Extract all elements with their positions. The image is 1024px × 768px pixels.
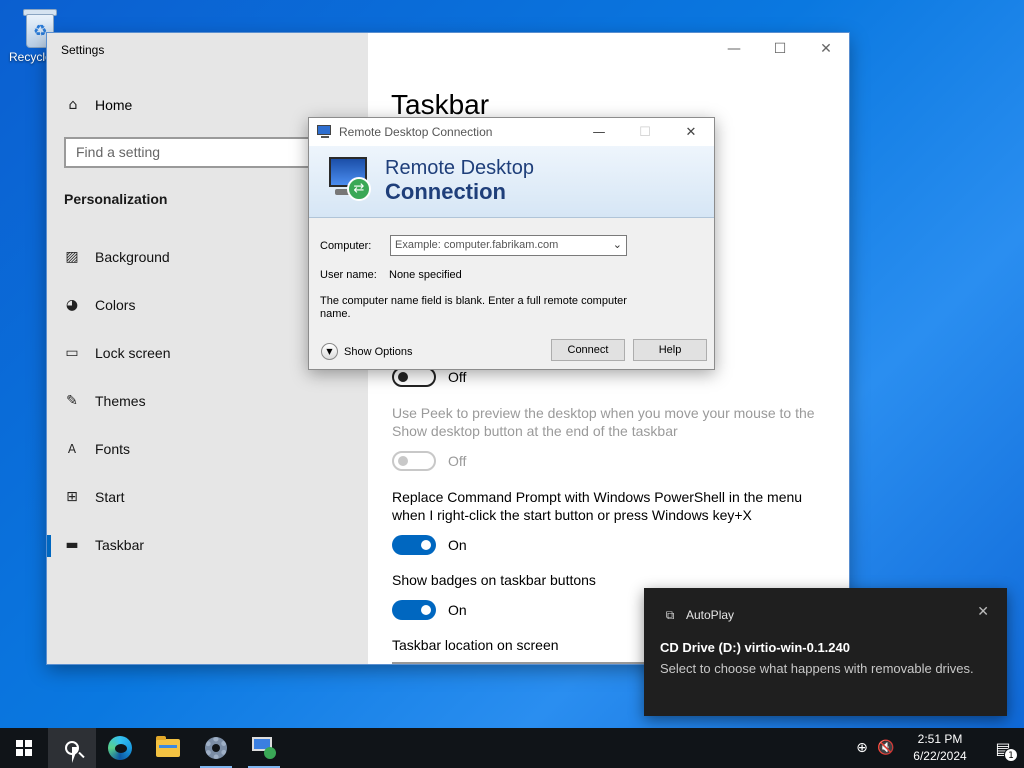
start-button[interactable] — [0, 728, 48, 768]
show-options-label: Show Options — [344, 345, 413, 358]
taskbar-location-dropdown[interactable] — [392, 662, 652, 664]
toast-header: ⧉ AutoPlay — [662, 607, 734, 623]
network-globe-icon[interactable]: ⊕ — [850, 728, 874, 768]
toggle-state: Off — [448, 453, 467, 469]
toggle-state: Off — [448, 369, 467, 385]
toggle-switch[interactable] — [392, 367, 436, 387]
file-explorer-taskbar-button[interactable] — [144, 728, 192, 768]
nav-item-label: Start — [95, 489, 125, 505]
picture-icon: ▨ — [65, 249, 79, 265]
clock[interactable]: 2:51 PM 6/22/2024 — [898, 731, 982, 765]
rdc-title: Remote Desktop Connection — [339, 125, 493, 139]
nav-item-label: Colors — [95, 297, 136, 313]
powershell-toggle-switch[interactable] — [392, 535, 436, 555]
autoplay-icon: ⧉ — [665, 607, 675, 622]
peek-toggle-switch[interactable] — [392, 451, 436, 471]
settings-window-title: Settings — [61, 43, 105, 57]
taskbar: ⊕ 🔇 2:51 PM 6/22/2024 ▤ 1 — [0, 728, 1024, 768]
home-icon: ⌂ — [68, 97, 78, 113]
help-button[interactable]: Help — [633, 339, 707, 361]
nav-item-label: Lock screen — [95, 345, 171, 361]
username-value: None specified — [389, 269, 462, 281]
toast-close-icon[interactable]: ✕ — [977, 604, 989, 620]
brush-icon: ✎ — [66, 393, 78, 409]
action-center-button[interactable]: ▤ 1 — [982, 728, 1024, 768]
toggle-row-badges: On — [392, 600, 467, 620]
windows-logo-icon — [16, 740, 32, 756]
edge-taskbar-button[interactable] — [96, 728, 144, 768]
remote-desktop-taskbar-button[interactable] — [240, 728, 288, 768]
expand-circle-icon: ▼ — [321, 343, 338, 360]
font-icon: A — [67, 442, 77, 456]
edge-icon — [108, 736, 132, 760]
remote-desktop-logo-icon: ⇄ — [325, 155, 377, 205]
start-icon: ⊞ — [66, 489, 78, 505]
settings-taskbar-button[interactable] — [192, 728, 240, 768]
toast-app-name: AutoPlay — [686, 608, 735, 622]
section-title: Personalization — [64, 191, 168, 207]
toast-title: CD Drive (D:) virtio-win-0.1.240 — [660, 640, 850, 655]
folder-icon — [156, 736, 180, 757]
mouse-cursor — [72, 747, 84, 763]
toggle-state: On — [448, 537, 467, 553]
notification-count-badge: 1 — [1004, 748, 1018, 762]
toggle-row-1: Off — [392, 367, 466, 387]
nav-item-taskbar[interactable]: ▬ Taskbar — [47, 521, 368, 569]
rdc-minimize-button[interactable]: — — [576, 118, 622, 146]
palette-icon: ◕ — [65, 297, 79, 313]
toggle-row-powershell: On — [392, 535, 467, 555]
lock-screen-icon: ▭ — [65, 345, 79, 361]
rdc-banner-line1: Remote Desktop — [385, 157, 534, 179]
system-tray: ⊕ 🔇 2:51 PM 6/22/2024 ▤ 1 — [850, 728, 1024, 768]
rdc-title-bar[interactable]: Remote Desktop Connection — ☐ ✕ — [309, 118, 714, 146]
autoplay-notification[interactable]: ⧉ AutoPlay ✕ CD Drive (D:) virtio-win-0.… — [644, 588, 1007, 716]
volume-muted-icon[interactable]: 🔇 — [874, 728, 898, 768]
computer-placeholder: Example: computer.fabrikam.com — [395, 239, 559, 251]
clock-time: 2:51 PM — [917, 732, 963, 746]
powershell-description: Replace Command Prompt with Windows Powe… — [392, 489, 803, 523]
clock-date: 6/22/2024 — [913, 749, 967, 763]
rdc-banner-line2: Connection — [385, 179, 506, 204]
remote-desktop-dialog: Remote Desktop Connection — ☐ ✕ ⇄ Remote… — [308, 117, 715, 370]
username-label: User name: — [320, 269, 377, 281]
computer-label: Computer: — [320, 240, 372, 252]
chevron-down-icon[interactable]: ⌄ — [613, 238, 622, 251]
nav-item-start[interactable]: ⊞ Start — [47, 473, 368, 521]
nav-item-label: Themes — [95, 393, 146, 409]
nav-item-themes[interactable]: ✎ Themes — [47, 377, 368, 425]
rdc-window-controls: — ☐ ✕ — [576, 118, 714, 146]
toast-body: Select to choose what happens with remov… — [660, 661, 974, 676]
connect-button[interactable]: Connect — [551, 339, 625, 361]
peek-description: Use Peek to preview the desktop when you… — [392, 405, 815, 439]
badges-toggle-switch[interactable] — [392, 600, 436, 620]
remote-desktop-icon — [252, 737, 276, 759]
nav-item-fonts[interactable]: A Fonts — [47, 425, 368, 473]
gear-icon — [205, 737, 227, 759]
rdc-banner: ⇄ Remote Desktop Connection — [309, 146, 714, 218]
nav-item-label: Fonts — [95, 441, 131, 457]
rdc-close-button[interactable]: ✕ — [668, 118, 714, 146]
rdc-message: The computer name field is blank. Enter … — [320, 295, 627, 320]
computer-combobox[interactable]: Example: computer.fabrikam.com ⌄ — [390, 235, 627, 256]
show-options-toggle[interactable]: ▼ Show Options — [321, 343, 412, 360]
nav-home-label: Home — [95, 97, 133, 113]
nav-home[interactable]: ⌂ Home — [65, 97, 133, 113]
nav-item-label: Taskbar — [95, 537, 145, 553]
taskbar-icon: ▬ — [65, 537, 79, 553]
rdc-maximize-button: ☐ — [639, 124, 651, 140]
toggle-state: On — [448, 602, 467, 618]
toggle-row-peek: Off — [392, 451, 466, 471]
badges-description: Show badges on taskbar buttons — [392, 572, 596, 588]
nav-item-label: Background — [95, 249, 170, 265]
remote-desktop-icon — [317, 125, 333, 139]
